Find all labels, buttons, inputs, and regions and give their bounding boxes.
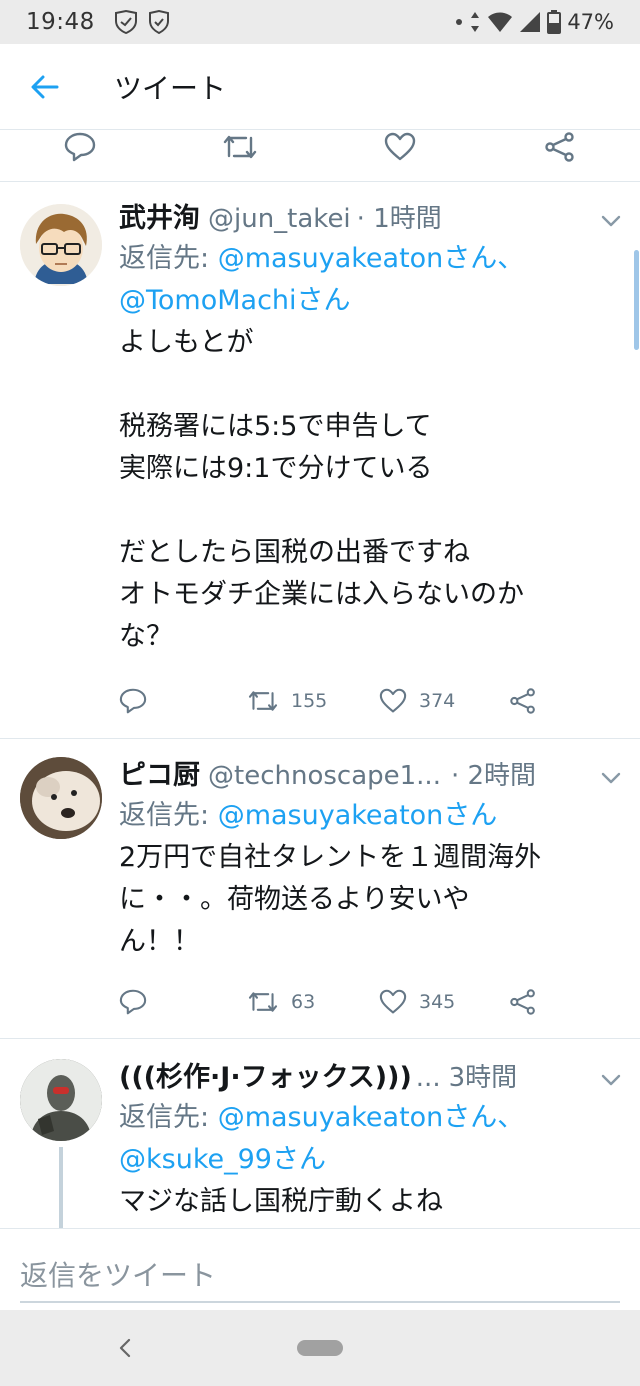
user-handle[interactable]: @jun_takei <box>208 204 351 234</box>
app-header: ツイート <box>0 44 640 130</box>
tweet-time: · 1時間 <box>356 204 442 234</box>
tweet-actions: 63 345 <box>119 989 614 1029</box>
chevron-down-icon[interactable] <box>596 206 626 236</box>
like-button[interactable] <box>384 132 416 162</box>
scrollbar[interactable] <box>634 250 639 350</box>
like-count: 374 <box>419 690 456 712</box>
reply-to-label: 返信先: <box>119 243 218 274</box>
avatar[interactable] <box>20 757 102 839</box>
avatar-soldier-photo-icon <box>20 1059 102 1141</box>
reply-to: 返信先: @masuyakeatonさん、 @TomoMachiさん <box>119 238 614 322</box>
chevron-down-icon[interactable] <box>596 1065 626 1095</box>
data-arrows-icon <box>471 12 480 32</box>
back-button[interactable] <box>0 44 90 130</box>
retweet-icon <box>248 992 278 1012</box>
status-time: 19:48 <box>26 9 95 35</box>
avatar[interactable] <box>20 204 102 286</box>
system-nav-bar <box>0 1310 640 1386</box>
reply-icon <box>119 989 147 1015</box>
heart-icon <box>384 132 416 161</box>
mention-link[interactable]: @masuyakeatonさん、 <box>218 1102 525 1133</box>
share-button[interactable] <box>509 989 537 1015</box>
tweet-header: 武井洵 @jun_takei · 1時間 <box>119 196 614 238</box>
reply-icon <box>119 688 147 714</box>
cell-signal-icon <box>520 12 541 32</box>
mention-link[interactable]: @masuyakeatonさん <box>218 800 498 831</box>
retweet-count: 63 <box>291 991 316 1013</box>
tweet-text: よしもとが 税務署には5:5で申告して 実際には9:1で分けている だとしたら国… <box>119 327 524 652</box>
share-icon <box>510 989 535 1015</box>
tweet-actions: 155 374 <box>119 688 614 728</box>
display-name[interactable]: ピコ厨 <box>119 753 200 792</box>
system-home-pill[interactable] <box>297 1340 343 1356</box>
like-button[interactable]: 374 <box>379 688 455 714</box>
share-button[interactable] <box>509 688 537 714</box>
shield-check-icon <box>114 10 137 34</box>
status-bar: 19:48 47% <box>0 0 640 44</box>
battery-icon <box>547 10 562 34</box>
reply-to: 返信先: @masuyakeatonさん <box>119 795 614 837</box>
arrow-left-icon <box>31 75 59 98</box>
tweet-header: ピコ厨 @technoscape1... · 2時間 <box>119 753 614 795</box>
avatar-illustration-icon <box>20 204 102 286</box>
share-icon <box>545 132 574 162</box>
mention-link[interactable]: @TomoMachiさん <box>119 285 351 316</box>
battery-percent: 47% <box>567 10 614 34</box>
retweet-icon <box>223 135 257 159</box>
chevron-down-icon[interactable] <box>596 763 626 793</box>
system-back-button[interactable] <box>110 1332 140 1364</box>
retweet-button[interactable]: 63 <box>247 989 315 1015</box>
shield-icon <box>148 10 169 34</box>
reply-icon <box>64 132 96 162</box>
display-name[interactable]: (((杉作·J·フォックス))) <box>119 1055 412 1094</box>
dot-icon <box>456 19 463 25</box>
like-count: 345 <box>419 991 456 1013</box>
user-handle[interactable]: @technoscape1... <box>208 761 441 791</box>
tweet-time: 3時間 <box>448 1063 518 1093</box>
tweet-header: (((杉作·J·フォックス))) ... 3時間 <box>119 1055 614 1097</box>
reply-button[interactable] <box>64 132 96 162</box>
like-button[interactable]: 345 <box>379 989 455 1015</box>
retweet-count: 155 <box>291 690 328 712</box>
reply-composer <box>0 1228 640 1310</box>
heart-icon <box>379 989 407 1014</box>
tweet-time: · 2時間 <box>450 761 537 791</box>
display-name[interactable]: 武井洵 <box>119 196 200 235</box>
share-button[interactable] <box>544 132 576 162</box>
tweet-text: 2万円で自社タレントを１週間海外 に・・。荷物送るより安いや ん！！ <box>119 842 542 957</box>
chevron-left-icon <box>119 1338 131 1358</box>
retweet-button[interactable] <box>222 132 258 162</box>
tweet-item[interactable]: 武井洵 @jun_takei · 1時間 返信先: @masuyakeatonさ… <box>0 182 640 739</box>
tweet-text: マジな話し国税庁動くよね <box>119 1186 443 1217</box>
avatar-dog-photo-icon <box>20 757 102 839</box>
avatar[interactable] <box>20 1059 102 1141</box>
reply-input[interactable] <box>20 1249 620 1303</box>
reply-to-label: 返信先: <box>119 1102 218 1133</box>
retweet-button[interactable]: 155 <box>247 688 327 714</box>
reply-button[interactable] <box>119 688 147 714</box>
reply-button[interactable] <box>119 989 147 1015</box>
heart-icon <box>379 688 407 713</box>
mention-link[interactable]: @masuyakeatonさん、 <box>218 243 525 274</box>
tweet-item[interactable]: (((杉作·J·フォックス))) ... 3時間 返信先: @masuyakea… <box>0 1039 640 1228</box>
thread-line <box>59 1147 63 1228</box>
wifi-icon <box>488 12 513 32</box>
page-title: ツイート <box>114 71 227 105</box>
tweet-item[interactable]: ピコ厨 @technoscape1... · 2時間 返信先: @masuyak… <box>0 739 640 1039</box>
reply-to-label: 返信先: <box>119 800 218 831</box>
mention-link[interactable]: @ksuke_99さん <box>119 1144 326 1175</box>
share-icon <box>510 688 535 714</box>
focal-tweet-actions <box>0 130 640 182</box>
reply-to: 返信先: @masuyakeatonさん、 @ksuke_99さん <box>119 1097 614 1181</box>
user-handle[interactable]: ... <box>416 1063 441 1093</box>
retweet-icon <box>248 691 278 711</box>
tweet-list[interactable]: 武井洵 @jun_takei · 1時間 返信先: @masuyakeatonさ… <box>0 130 640 1228</box>
